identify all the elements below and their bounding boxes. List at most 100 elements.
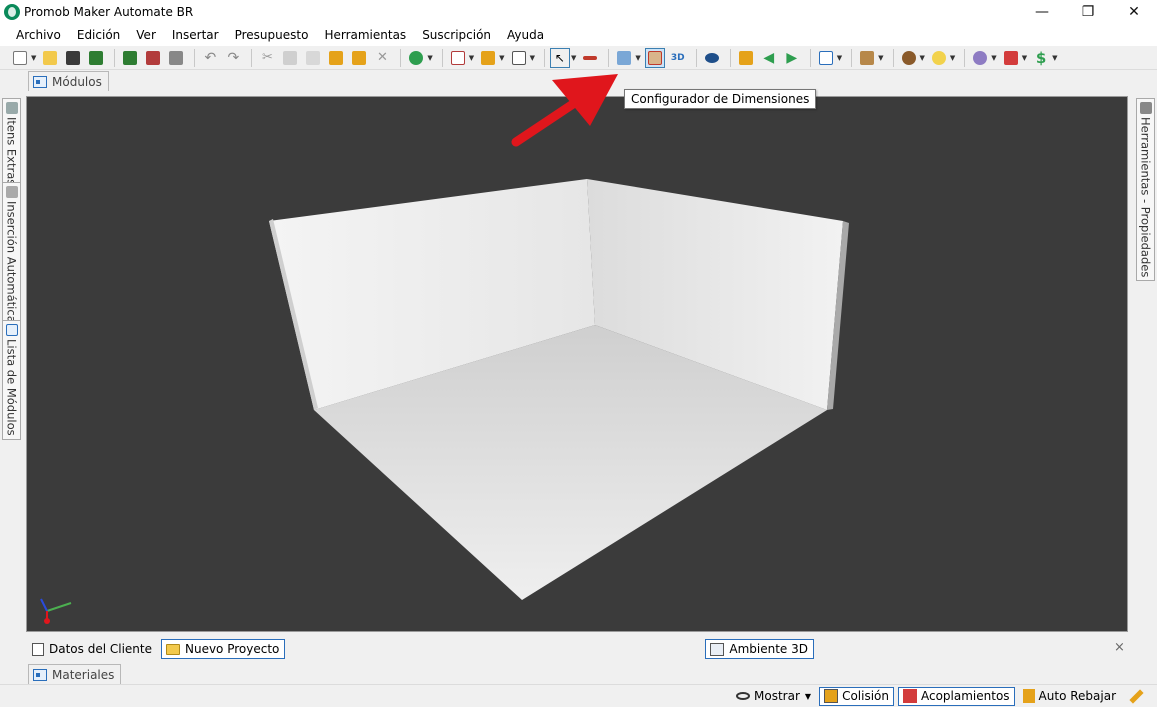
group-button[interactable] bbox=[448, 48, 468, 68]
tab-herramientas-propiedades-label: Herramientas - Propiedades bbox=[1138, 117, 1153, 278]
tab-nuevo-proyecto-label: Nuevo Proyecto bbox=[184, 642, 280, 656]
tab-lista-de-modulos[interactable]: Lista de Módulos bbox=[2, 320, 21, 440]
chevron-down-icon[interactable]: ▼ bbox=[571, 54, 576, 62]
chevron-down-icon[interactable]: ▼ bbox=[499, 54, 504, 62]
brand-button[interactable] bbox=[1001, 48, 1021, 68]
tab-datos-del-cliente[interactable]: Datos del Cliente bbox=[28, 639, 157, 659]
menu-edicion[interactable]: Edición bbox=[69, 24, 128, 46]
chevron-down-icon[interactable]: ▼ bbox=[1022, 54, 1027, 62]
measure-button[interactable] bbox=[580, 48, 600, 68]
layers-button[interactable] bbox=[614, 48, 634, 68]
tab-materiales[interactable]: Materiales bbox=[28, 664, 122, 684]
toolbar-separator bbox=[809, 48, 811, 67]
tab-herramientas-propiedades[interactable]: Herramientas - Propiedades bbox=[1136, 98, 1155, 282]
cut-button[interactable]: ✂ bbox=[257, 48, 277, 68]
tab-ambiente-3d[interactable]: Ambiente 3D bbox=[705, 639, 814, 659]
delete-icon: ✕ bbox=[376, 50, 388, 65]
toolbar-separator bbox=[400, 48, 402, 67]
open-folder-button[interactable] bbox=[40, 48, 60, 68]
forward-button[interactable]: ▶ bbox=[782, 48, 802, 68]
layers-icon bbox=[617, 50, 632, 65]
menu-ayuda[interactable]: Ayuda bbox=[499, 24, 552, 46]
menu-ver[interactable]: Ver bbox=[128, 24, 164, 46]
menu-presupuesto[interactable]: Presupuesto bbox=[227, 24, 317, 46]
render-button[interactable] bbox=[736, 48, 756, 68]
chevron-down-icon[interactable]: ▼ bbox=[530, 54, 535, 62]
tab-insercion-automatica[interactable]: Inserción Automática bbox=[2, 182, 21, 327]
network-button[interactable] bbox=[970, 48, 990, 68]
delete-button[interactable]: ✕ bbox=[372, 48, 392, 68]
menu-archivo[interactable]: Archivo bbox=[8, 24, 69, 46]
paint-button[interactable] bbox=[349, 48, 369, 68]
view-button[interactable] bbox=[702, 48, 722, 68]
copy-button[interactable] bbox=[280, 48, 300, 68]
budget-button[interactable] bbox=[406, 48, 426, 68]
paste-icon bbox=[306, 50, 321, 65]
cube-wire-icon bbox=[818, 50, 833, 65]
price-button[interactable]: $ bbox=[1031, 48, 1051, 68]
mostrar-dropdown[interactable]: Mostrar ▼ bbox=[732, 687, 815, 706]
shape-button[interactable] bbox=[509, 48, 529, 68]
close-document-button[interactable]: × bbox=[1114, 640, 1125, 655]
auto-rebajar-toggle[interactable]: Auto Rebajar bbox=[1019, 687, 1120, 706]
redo-button[interactable]: ↷ bbox=[223, 48, 243, 68]
perspective-button[interactable] bbox=[816, 48, 836, 68]
folder-icon bbox=[43, 50, 58, 65]
chevron-down-icon[interactable]: ▼ bbox=[427, 54, 432, 62]
minimize-button[interactable]: — bbox=[1019, 0, 1065, 24]
chevron-down-icon: ▼ bbox=[804, 691, 812, 701]
tab-modulos[interactable]: Módulos bbox=[28, 71, 109, 91]
toolbar-separator bbox=[441, 48, 443, 67]
chevron-down-icon[interactable]: ▼ bbox=[950, 54, 955, 62]
paste-button[interactable] bbox=[303, 48, 323, 68]
save-button[interactable] bbox=[63, 48, 83, 68]
chevron-down-icon[interactable]: ▼ bbox=[991, 54, 996, 62]
undo-button[interactable]: ↶ bbox=[200, 48, 220, 68]
undo-icon: ↶ bbox=[204, 49, 217, 66]
glasses-icon bbox=[736, 692, 751, 700]
chevron-down-icon[interactable]: ▼ bbox=[837, 54, 842, 62]
hammer-button[interactable] bbox=[326, 48, 346, 68]
toolbar-separator bbox=[543, 48, 545, 67]
room-scene bbox=[40, 179, 849, 624]
3d-viewport[interactable] bbox=[26, 96, 1128, 632]
chevron-down-icon[interactable]: ▼ bbox=[1052, 54, 1057, 62]
menu-suscripcion[interactable]: Suscripción bbox=[414, 24, 499, 46]
pot-button[interactable] bbox=[899, 48, 919, 68]
chevron-down-icon[interactable]: ▼ bbox=[878, 54, 883, 62]
ruler-icon bbox=[583, 55, 598, 60]
menu-insertar[interactable]: Insertar bbox=[164, 24, 227, 46]
light-button[interactable] bbox=[929, 48, 949, 68]
close-button[interactable]: ✕ bbox=[1111, 0, 1157, 24]
print-button[interactable] bbox=[166, 48, 186, 68]
acoplamientos-toggle[interactable]: Acoplamientos bbox=[897, 686, 1015, 706]
arrow-right-icon: ▶ bbox=[786, 49, 798, 66]
colision-toggle[interactable]: Colisión bbox=[819, 686, 894, 706]
restore-button[interactable]: ❐ bbox=[1065, 0, 1111, 24]
tab-insercion-automatica-label: Inserción Automática bbox=[4, 201, 19, 323]
hierarchy-button[interactable] bbox=[478, 48, 498, 68]
box-button[interactable] bbox=[857, 48, 877, 68]
ambiente-3d-icon bbox=[710, 642, 725, 656]
chevron-down-icon[interactable]: ▼ bbox=[635, 54, 640, 62]
new-file-button[interactable] bbox=[10, 48, 30, 68]
chevron-down-icon[interactable]: ▼ bbox=[469, 54, 474, 62]
back-button[interactable]: ◀ bbox=[759, 48, 779, 68]
print-green-button[interactable] bbox=[120, 48, 140, 68]
dimension-configurator-button[interactable] bbox=[644, 47, 665, 68]
save-as-button[interactable] bbox=[86, 48, 106, 68]
chevron-down-icon[interactable]: ▼ bbox=[920, 54, 925, 62]
tab-itens-extras[interactable]: Itens Extras bbox=[2, 98, 21, 190]
network-icon bbox=[973, 50, 988, 65]
3d-view-button[interactable]: 3D bbox=[668, 48, 688, 68]
toolbar-separator bbox=[695, 48, 697, 67]
select-button[interactable]: ↖ bbox=[549, 47, 570, 68]
tab-nuevo-proyecto[interactable]: Nuevo Proyecto bbox=[160, 639, 286, 659]
promob-logo-icon bbox=[4, 4, 20, 20]
print-red-button[interactable] bbox=[143, 48, 163, 68]
chevron-down-icon[interactable]: ▼ bbox=[31, 54, 36, 62]
window-controls: — ❐ ✕ bbox=[1019, 0, 1157, 24]
window-title: Promob Maker Automate BR bbox=[24, 5, 194, 19]
menu-herramientas[interactable]: Herramientas bbox=[316, 24, 414, 46]
tools-button[interactable] bbox=[1124, 687, 1147, 706]
